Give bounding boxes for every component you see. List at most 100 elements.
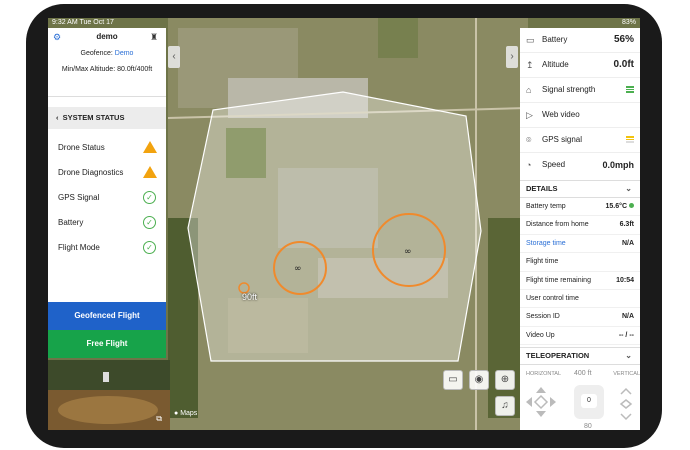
apple-logo-icon: ●: [174, 410, 179, 417]
metric-gps-signal: ⌾ GPS signal: [520, 128, 640, 153]
app-screen: ∞ ∞ 90ft 9:32 AM Tue Oct 17 83% ⚙ ♜ demo…: [48, 18, 640, 430]
status-row-drone-diagnostics[interactable]: Drone Diagnostics: [48, 160, 166, 185]
detail-value: 15.6°C: [605, 203, 627, 210]
chevron-down-icon[interactable]: ⌄: [625, 181, 632, 197]
gps-bars-icon: [626, 136, 634, 144]
detail-value: -- / --: [618, 331, 634, 339]
left-panel: ⚙ ♜ demo Geofence: Demo Min/Max Altitude…: [48, 28, 166, 358]
detail-value: 10:54: [616, 276, 634, 284]
detail-flight-time-remaining: Flight time remaining 10:54: [520, 272, 640, 290]
map-distance-label: 90ft: [242, 292, 258, 302]
detail-value: N/A: [621, 239, 634, 247]
warning-icon: [143, 166, 157, 178]
photo-capture-button[interactable]: ◉: [469, 370, 489, 390]
check-circle-icon: ✓: [143, 216, 156, 229]
check-circle-icon: ✓: [143, 191, 156, 204]
metric-battery: ▭ Battery 56%: [520, 28, 640, 53]
metric-label: Speed: [542, 160, 566, 169]
detail-label: Battery temp: [526, 203, 566, 210]
detail-video-up: Video Up -- / --: [520, 327, 640, 346]
video-thumbnail[interactable]: ⧉: [48, 360, 170, 430]
video-record-button[interactable]: ▭: [443, 370, 463, 390]
geofence-label: Geofence:: [80, 50, 113, 57]
detail-value: N/A: [621, 313, 634, 321]
zone-icon: ∞: [294, 264, 302, 274]
teleoperation-controls: HORIZONTAL VERTICAL 400 ft 0 80: [520, 370, 640, 430]
metric-label: GPS signal: [542, 135, 583, 144]
system-status-header[interactable]: ‹ SYSTEM STATUS: [48, 107, 166, 129]
details-title: DETAILS: [526, 184, 558, 193]
status-date: Tue Oct 17: [79, 19, 114, 26]
altitude-min-label: 80: [584, 423, 592, 430]
altitude-slider[interactable]: 0: [574, 385, 604, 419]
panel-header: ⚙ ♜ demo Geofence: Demo Min/Max Altitude…: [48, 28, 166, 97]
altitude-max-label: 400 ft: [574, 370, 592, 377]
detail-label: Session ID: [526, 313, 560, 321]
speed-icon: ◔: [526, 160, 532, 170]
check-circle-icon: ✓: [143, 241, 156, 254]
free-flight-button[interactable]: Free Flight: [48, 330, 166, 358]
vertical-control[interactable]: [618, 387, 634, 421]
metric-signal-strength: ⌂ Signal strength: [520, 78, 640, 103]
horizontal-dpad[interactable]: [524, 385, 558, 419]
signal-bars-icon: [626, 86, 634, 94]
detail-label: Video Up: [526, 331, 555, 339]
warning-icon: [143, 141, 157, 153]
chevron-down-icon[interactable]: ⌄: [625, 348, 632, 364]
vertical-label: VERTICAL: [613, 371, 640, 377]
metric-label: Altitude: [542, 60, 569, 69]
signal-icon: ⌂: [526, 85, 532, 95]
session-title: demo: [96, 32, 118, 41]
detail-battery-temp: Battery temp 15.6°C: [520, 198, 640, 217]
detail-label: Flight time remaining: [526, 276, 591, 284]
details-header[interactable]: DETAILS ⌄: [520, 180, 640, 198]
detail-value: 6.3ft: [619, 221, 634, 229]
maps-credit: ● Maps: [174, 410, 197, 417]
metric-label: Signal strength: [542, 85, 596, 94]
expand-icon[interactable]: ⧉: [156, 414, 162, 424]
status-label: Drone Diagnostics: [58, 168, 124, 177]
detail-session-id: Session ID N/A: [520, 308, 640, 327]
altitude-icon: ↥: [526, 60, 534, 70]
horizontal-label: HORIZONTAL: [526, 371, 562, 377]
status-label: Drone Status: [58, 143, 105, 152]
collapse-left-panel-button[interactable]: ‹: [168, 46, 180, 68]
metric-web-video[interactable]: ▷ Web video: [520, 103, 640, 128]
status-bar: 9:32 AM Tue Oct 17 83%: [48, 18, 640, 28]
section-title: SYSTEM STATUS: [62, 113, 125, 122]
geofenced-flight-button[interactable]: Geofenced Flight: [48, 302, 166, 330]
status-row-battery[interactable]: Battery ✓: [48, 210, 166, 235]
status-label: GPS Signal: [58, 193, 100, 202]
status-time: 9:32 AM: [52, 19, 78, 26]
detail-user-control-time: User control time: [520, 290, 640, 309]
teleoperation-title: TELEOPERATION: [526, 351, 590, 361]
camera-feed-image: [48, 360, 170, 430]
metric-value: 0.0mph: [602, 160, 634, 170]
teleoperation-header[interactable]: TELEOPERATION ⌄: [520, 347, 640, 366]
status-label: Battery: [58, 218, 84, 227]
geofence-info: Geofence: Demo: [48, 50, 166, 57]
maps-credit-label: Maps: [180, 410, 198, 417]
metric-value: 56%: [613, 34, 634, 45]
geofence-link[interactable]: Demo: [115, 50, 134, 57]
status-row-drone-status[interactable]: Drone Status: [48, 135, 166, 160]
status-row-gps-signal[interactable]: GPS Signal ✓: [48, 185, 166, 210]
alarm-button[interactable]: ♫: [495, 396, 515, 416]
detail-distance-from-home: Distance from home 6.3ft: [520, 216, 640, 235]
play-icon: ▷: [526, 110, 533, 120]
altitude-info: Min/Max Altitude: 80.0ft/400ft: [48, 66, 166, 73]
detail-label: Storage time: [526, 239, 566, 247]
metric-label: Web video: [542, 110, 580, 119]
detail-storage-time[interactable]: Storage time N/A: [520, 235, 640, 254]
status-label: Flight Mode: [58, 243, 100, 252]
detail-label: Distance from home: [526, 221, 589, 229]
status-battery: 83%: [621, 19, 636, 26]
status-row-flight-mode[interactable]: Flight Mode ✓: [48, 235, 166, 260]
back-chevron-icon[interactable]: ‹: [56, 113, 59, 122]
zone-icon: ∞: [404, 247, 412, 257]
detail-label: Flight time: [526, 258, 559, 266]
collapse-right-panel-button[interactable]: ›: [506, 46, 518, 68]
target-button[interactable]: ⊕: [495, 370, 515, 390]
altitude-value: 80.0ft/400ft: [117, 66, 153, 73]
altitude-label: Min/Max Altitude:: [61, 66, 116, 73]
